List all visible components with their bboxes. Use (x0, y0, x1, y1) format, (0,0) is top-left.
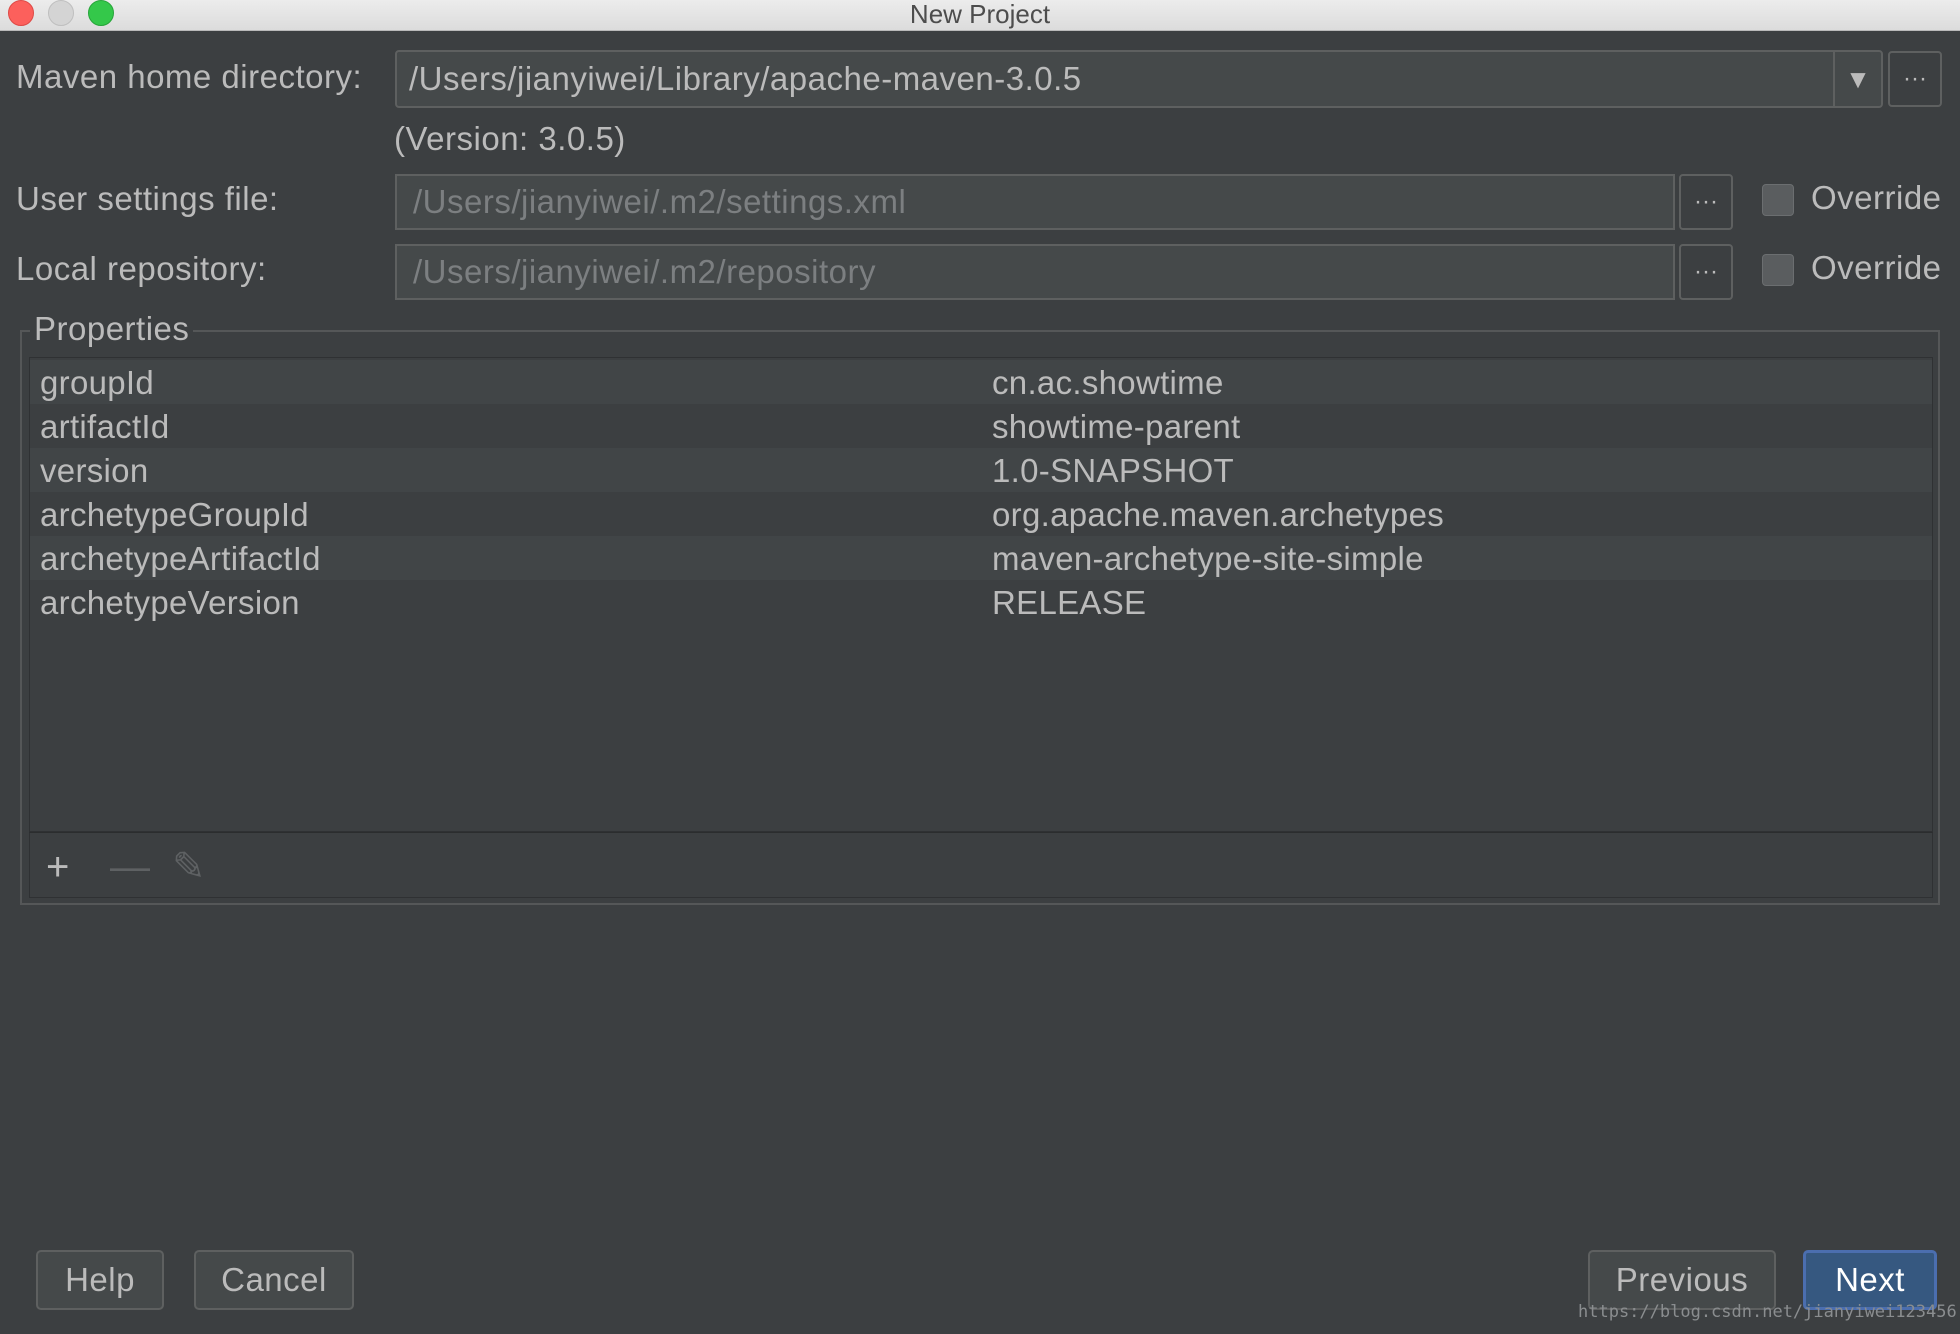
help-button[interactable]: Help (36, 1250, 164, 1310)
property-value: showtime-parent (992, 408, 1241, 445)
ellipsis-icon: ··· (1903, 65, 1927, 92)
title-bar: New Project (0, 0, 1960, 31)
table-row[interactable]: archetypeVersion RELEASE (30, 580, 1932, 624)
local-repo-override-label: Override (1811, 249, 1942, 286)
properties-title: Properties (30, 310, 194, 348)
property-key: archetypeVersion (40, 584, 300, 621)
user-settings-label: User settings file: (16, 180, 279, 217)
property-key: groupId (40, 364, 155, 401)
maven-home-combo[interactable]: /Users/jianyiwei/Library/apache-maven-3.… (395, 50, 1883, 108)
pencil-icon[interactable]: ✎ (172, 847, 206, 887)
property-key: archetypeGroupId (40, 496, 309, 533)
property-value: 1.0-SNAPSHOT (992, 452, 1234, 489)
previous-button[interactable]: Previous (1588, 1250, 1776, 1310)
maven-home-browse-button[interactable]: ··· (1888, 51, 1942, 107)
ellipsis-icon: ··· (1694, 258, 1718, 285)
remove-icon[interactable]: — (110, 847, 150, 887)
watermark: https://blog.csdn.net/jianyiwei123456 (1578, 1302, 1957, 1322)
table-row[interactable]: artifactId showtime-parent (30, 404, 1932, 448)
user-settings-browse-button[interactable]: ··· (1679, 174, 1733, 230)
property-value: maven-archetype-site-simple (992, 540, 1424, 577)
properties-toolbar: + — ✎ (29, 832, 1933, 898)
local-repo-label: Local repository: (16, 250, 267, 287)
user-settings-override-label: Override (1811, 179, 1942, 216)
property-key: artifactId (40, 408, 170, 445)
ellipsis-icon: ··· (1694, 188, 1718, 215)
user-settings-field[interactable]: /Users/jianyiwei/.m2/settings.xml (395, 174, 1675, 230)
property-value: RELEASE (992, 584, 1147, 621)
add-icon[interactable]: + (46, 847, 69, 887)
local-repo-value: /Users/jianyiwei/.m2/repository (413, 253, 876, 290)
local-repo-browse-button[interactable]: ··· (1679, 244, 1733, 300)
property-value: org.apache.maven.archetypes (992, 496, 1445, 533)
table-row[interactable]: groupId cn.ac.showtime (30, 360, 1932, 404)
chevron-down-icon: ▼ (1845, 63, 1871, 94)
local-repo-override-checkbox[interactable] (1762, 254, 1794, 286)
next-button[interactable]: Next (1803, 1250, 1937, 1310)
property-key: archetypeArtifactId (40, 540, 321, 577)
maven-home-value: /Users/jianyiwei/Library/apache-maven-3.… (409, 60, 1082, 97)
table-row[interactable]: archetypeGroupId org.apache.maven.archet… (30, 492, 1932, 536)
cancel-button[interactable]: Cancel (194, 1250, 354, 1310)
maven-home-dropdown-button[interactable]: ▼ (1833, 52, 1881, 106)
local-repo-field[interactable]: /Users/jianyiwei/.m2/repository (395, 244, 1675, 300)
user-settings-value: /Users/jianyiwei/.m2/settings.xml (413, 183, 907, 220)
user-settings-override-checkbox[interactable] (1762, 184, 1794, 216)
property-key: version (40, 452, 149, 489)
table-row[interactable]: version 1.0-SNAPSHOT (30, 448, 1932, 492)
maven-version-note: (Version: 3.0.5) (394, 120, 626, 157)
property-value: cn.ac.showtime (992, 364, 1224, 401)
window-title: New Project (909, 0, 1051, 29)
maven-home-label: Maven home directory: (16, 58, 363, 95)
properties-table: groupId cn.ac.showtime artifactId showti… (29, 357, 1933, 832)
table-row[interactable]: archetypeArtifactId maven-archetype-site… (30, 536, 1932, 580)
new-project-dialog: New Project Maven home directory: /Users… (0, 0, 1960, 1334)
